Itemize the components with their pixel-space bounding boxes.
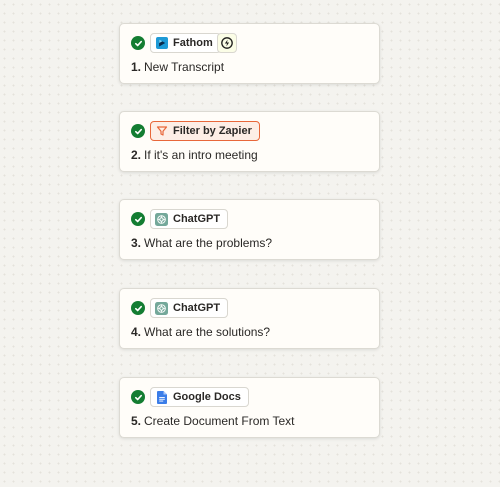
chatgpt-logo-icon <box>155 301 168 315</box>
step-card-2[interactable]: Filter by Zapier 2. If it's an intro meet… <box>119 111 380 172</box>
app-name: ChatGPT <box>173 302 221 314</box>
app-chip-fathom[interactable]: Fathom <box>150 33 221 53</box>
step-number: 3. <box>131 236 142 250</box>
step-title-text: Create Document From Text <box>144 414 295 428</box>
app-chip-google-docs[interactable]: Google Docs <box>150 387 249 407</box>
app-chip-chatgpt[interactable]: ChatGPT <box>150 298 229 318</box>
step-title-text: What are the solutions? <box>144 325 271 339</box>
chatgpt-logo-icon <box>155 212 168 226</box>
step-card-1[interactable]: Fathom 1. New Transcript <box>119 23 380 84</box>
step-title-text: If it's an intro meeting <box>144 148 258 162</box>
step-number: 1. <box>131 60 142 74</box>
check-circle-icon <box>131 124 145 138</box>
check-circle-icon <box>131 36 145 50</box>
step-title-text: New Transcript <box>144 60 225 74</box>
check-circle-icon <box>131 390 145 404</box>
lightning-bolt-icon <box>217 33 237 53</box>
app-name: Filter by Zapier <box>173 125 252 137</box>
step-title: 5. Create Document From Text <box>131 414 295 428</box>
step-title: 3. What are the problems? <box>131 236 272 250</box>
app-name: Fathom <box>173 37 213 49</box>
fathom-logo-icon <box>155 37 168 50</box>
zap-editor-canvas: Fathom 1. New Transcript Filter by Zapier <box>0 0 500 487</box>
app-chip-chatgpt[interactable]: ChatGPT <box>150 209 229 229</box>
step-number: 2. <box>131 148 142 162</box>
google-docs-icon <box>155 390 168 404</box>
filter-funnel-icon <box>155 125 168 138</box>
step-number: 4. <box>131 325 142 339</box>
step-title: 2. If it's an intro meeting <box>131 148 258 162</box>
step-card-5[interactable]: Google Docs 5. Create Document From Text <box>119 377 380 438</box>
step-title: 1. New Transcript <box>131 60 224 74</box>
check-circle-icon <box>131 212 145 226</box>
app-name: Google Docs <box>173 391 241 403</box>
app-name: ChatGPT <box>173 213 221 225</box>
check-circle-icon <box>131 301 145 315</box>
step-card-3[interactable]: ChatGPT 3. What are the problems? <box>119 199 380 260</box>
app-chip-filter[interactable]: Filter by Zapier <box>150 121 260 141</box>
step-number: 5. <box>131 414 142 428</box>
step-card-4[interactable]: ChatGPT 4. What are the solutions? <box>119 288 380 349</box>
step-title-text: What are the problems? <box>144 236 273 250</box>
step-title: 4. What are the solutions? <box>131 325 270 339</box>
